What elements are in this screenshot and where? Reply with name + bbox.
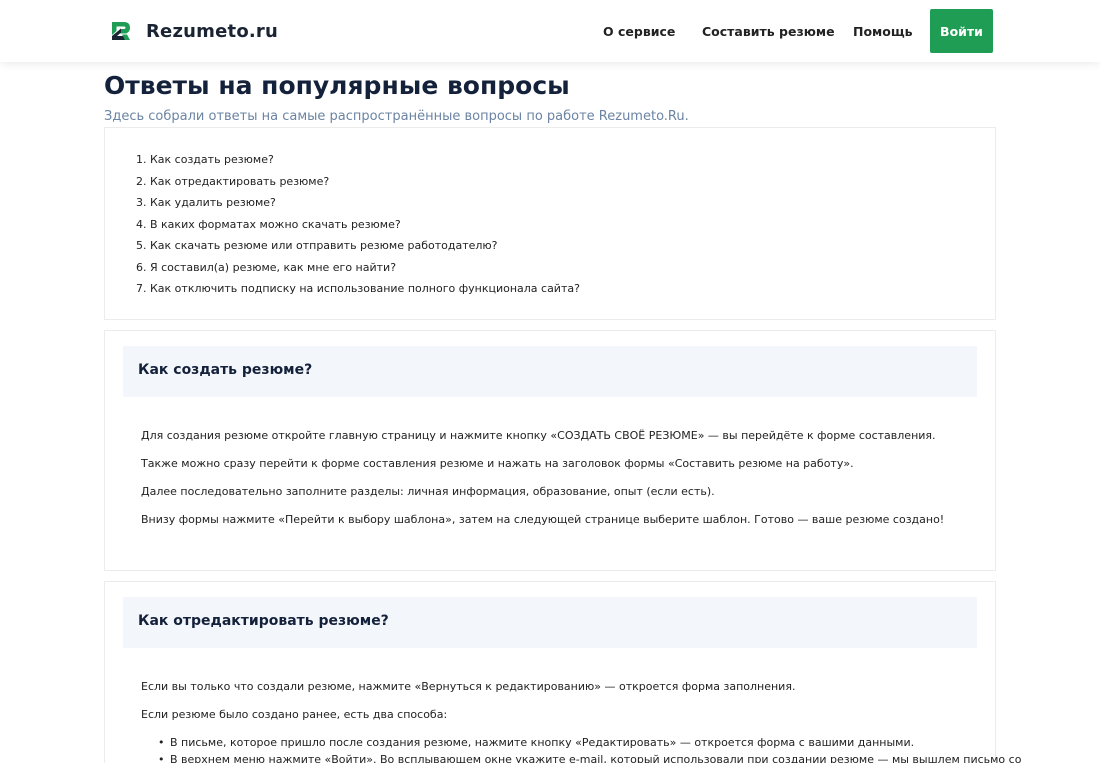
section-paragraph: Для создания резюме откройте главную стр…	[141, 429, 936, 442]
section-bullets: В письме, которое пришло после создания …	[141, 734, 1021, 763]
section-body: Если вы только что создали резюме, нажми…	[141, 678, 1021, 763]
faq-toc: 1. Как создать резюме? 2. Как отредактир…	[104, 127, 996, 320]
section-paragraph: Если резюме было создано ранее, есть два…	[141, 708, 448, 721]
login-button[interactable]: Войти	[930, 9, 993, 53]
faq-section-create: Как создать резюме? Для создания резюме …	[104, 330, 996, 571]
logo-text: Rezumeto.ru	[146, 20, 279, 42]
toc-item[interactable]: 5. Как скачать резюме или отправить резю…	[136, 237, 580, 259]
nav-about[interactable]: О сервисе	[603, 24, 675, 39]
bullet-item: В верхнем меню нажмите «Войти». Во всплы…	[158, 751, 1021, 763]
section-paragraph: Также можно сразу перейти к форме состав…	[141, 457, 854, 470]
page-title: Ответы на популярные вопросы	[104, 71, 570, 100]
section-paragraph: Далее последовательно заполните разделы:…	[141, 485, 715, 498]
logo-icon	[112, 22, 130, 40]
nav-create-resume[interactable]: Составить резюме	[702, 24, 835, 39]
section-title: Как создать резюме?	[138, 362, 313, 378]
toc-item[interactable]: 7. Как отключить подписку на использован…	[136, 280, 580, 302]
section-title: Как отредактировать резюме?	[138, 613, 389, 629]
logo[interactable]: Rezumeto.ru	[109, 19, 278, 43]
toc-item[interactable]: 3. Как удалить резюме?	[136, 194, 580, 216]
section-header: Как отредактировать резюме?	[123, 597, 977, 648]
toc-item[interactable]: 2. Как отредактировать резюме?	[136, 173, 580, 195]
bullet-item: В письме, которое пришло после создания …	[158, 734, 1021, 751]
nav-help[interactable]: Помощь	[853, 24, 913, 39]
section-header: Как создать резюме?	[123, 346, 977, 397]
faq-section-edit: Как отредактировать резюме? Если вы толь…	[104, 581, 1021, 763]
site-header: Rezumeto.ru О сервисе Составить резюме П…	[0, 0, 1100, 62]
toc-item[interactable]: 6. Я составил(а) резюме, как мне его най…	[136, 259, 580, 281]
section-paragraph: Если вы только что создали резюме, нажми…	[141, 680, 796, 693]
toc-item[interactable]: 4. В каких форматах можно скачать резюме…	[136, 216, 580, 238]
section-paragraph: Внизу формы нажмите «Перейти к выбору ша…	[141, 513, 945, 526]
page-subtitle: Здесь собрали ответы на самые распростра…	[104, 109, 689, 124]
toc-list: 1. Как создать резюме? 2. Как отредактир…	[136, 151, 580, 302]
section-body: Для создания резюме откройте главную стр…	[141, 427, 944, 539]
toc-item[interactable]: 1. Как создать резюме?	[136, 151, 580, 173]
